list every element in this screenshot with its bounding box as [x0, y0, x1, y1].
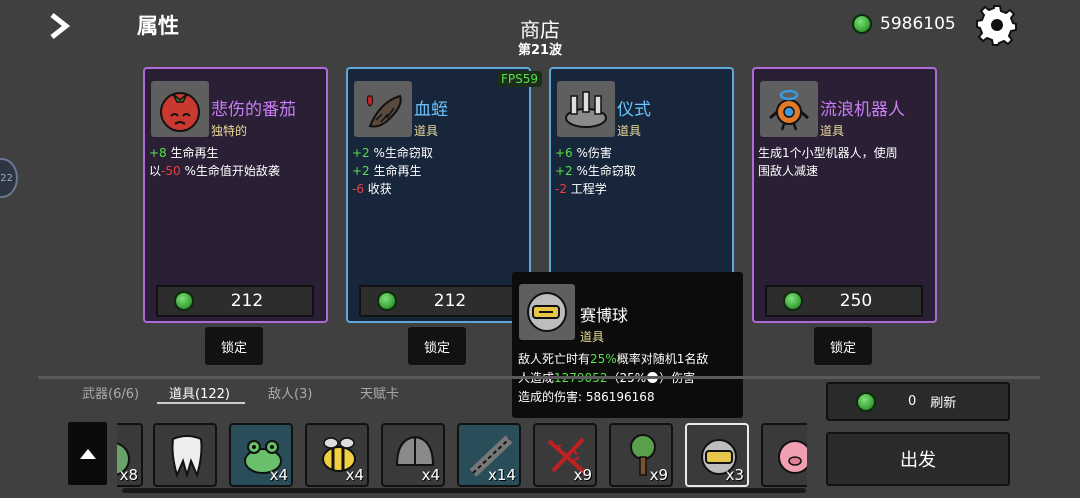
inventory-slot[interactable]	[153, 423, 217, 487]
stat-line: +8 生命再生	[149, 146, 219, 160]
stat-line: 以-50 %生命值开始敌袭	[149, 164, 280, 178]
card-tag: 道具	[617, 124, 642, 138]
inventory-slot[interactable]: x8	[117, 423, 143, 487]
attributes-tab[interactable]: 属性	[137, 10, 179, 40]
shop-card-4[interactable]: 流浪机器人 道具 生成1个小型机器人，使周 围敌人减速 250	[752, 67, 937, 323]
pig-icon	[778, 440, 807, 474]
active-tab-underline	[157, 402, 245, 404]
tomato-icon	[151, 81, 209, 137]
buy-button[interactable]: 212	[156, 285, 314, 317]
lock-button-1[interactable]: 锁定	[205, 327, 263, 365]
tab-items[interactable]: 道具(122)	[169, 383, 230, 402]
collapse-up-button[interactable]	[68, 422, 107, 485]
inventory-slot[interactable]: x3	[685, 423, 749, 487]
triangle-up-icon	[79, 448, 96, 459]
refresh-button[interactable]: 0 刷新	[826, 382, 1010, 421]
tab-weapons[interactable]: 武器(6/6)	[82, 383, 139, 402]
price-value: 250	[839, 291, 873, 311]
stat-line: -6 收获	[352, 182, 392, 196]
leech-icon	[354, 81, 412, 137]
material-coin-icon	[852, 14, 872, 34]
tooth-icon	[171, 435, 203, 479]
buy-button[interactable]: 250	[765, 285, 923, 317]
fps-counter: FPS59	[497, 71, 543, 87]
card-tag: 道具	[414, 124, 439, 138]
card-stats: 生成1个小型机器人，使周 围敌人减速	[758, 144, 934, 180]
inventory-slot[interactable]	[761, 423, 807, 487]
settings-gear-icon[interactable]	[976, 4, 1018, 46]
card-name: 仪式	[617, 100, 651, 120]
material-coin-icon	[783, 291, 803, 311]
materials-value: 5986105	[880, 14, 956, 34]
inventory-slot[interactable]: x4	[229, 423, 293, 487]
stat-line: 生成1个小型机器人，使周	[758, 146, 898, 160]
buy-button[interactable]: 212	[359, 285, 517, 317]
inventory-row: x8 x4 x4 x4 x14 x9 x9 x3	[117, 423, 807, 487]
refresh-cost: 0	[908, 394, 917, 409]
inventory-scrollbar[interactable]	[122, 488, 806, 493]
next-arrow-icon[interactable]	[48, 12, 72, 40]
shop-card-2[interactable]: 血蛭 道具 +2 %生命窃取 +2 生命再生 -6 收获 212	[346, 67, 531, 323]
stat-line: +6 %伤害	[555, 146, 612, 160]
cyberball-icon	[519, 284, 575, 340]
stat-line: +2 %生命窃取	[555, 164, 636, 178]
card-tag: 独特的	[211, 124, 248, 138]
refresh-label: 刷新	[930, 396, 957, 411]
lock-button-2[interactable]: 锁定	[408, 327, 466, 365]
side-panel-handle[interactable]: 22	[0, 158, 18, 198]
stat-line: 围敌人减速	[758, 164, 819, 178]
stat-line: +2 %生命窃取	[352, 146, 433, 160]
card-stats: +8 生命再生 以-50 %生命值开始敌袭	[149, 144, 325, 180]
inventory-slot[interactable]: x9	[609, 423, 673, 487]
card-stats: +6 %伤害 +2 %生命窃取 -2 工程学	[555, 144, 731, 198]
card-name: 血蛭	[414, 100, 448, 120]
tab-bar-divider	[38, 376, 1040, 379]
wave-label: 第21波	[517, 43, 563, 58]
inventory-slot[interactable]: x4	[305, 423, 369, 487]
material-coin-icon	[377, 291, 397, 311]
tab-enemies[interactable]: 敌人(3)	[268, 383, 312, 402]
tooltip-tag: 道具	[580, 330, 605, 344]
price-value: 212	[230, 291, 264, 311]
inventory-slot[interactable]: x9	[533, 423, 597, 487]
tab-talent-cards[interactable]: 天赋卡	[360, 383, 399, 402]
go-button[interactable]: 出发	[826, 432, 1010, 486]
card-stats: +2 %生命窃取 +2 生命再生 -6 收获	[352, 144, 528, 198]
stat-line: -2 工程学	[555, 182, 607, 196]
card-name: 悲伤的番茄	[211, 100, 296, 120]
item-tooltip: 赛博球 道具 敌人死亡时有25%概率对随机1名敌 人造成1279052（25%）…	[512, 272, 743, 418]
materials-counter: 5986105	[852, 14, 956, 34]
material-coin-icon	[174, 291, 194, 311]
card-name: 流浪机器人	[820, 100, 905, 120]
material-coin-icon	[856, 391, 876, 412]
inventory-slot[interactable]: x4	[381, 423, 445, 487]
lock-button-4[interactable]: 锁定	[814, 327, 872, 365]
ritual-icon	[557, 81, 615, 137]
price-value: 212	[433, 291, 467, 311]
stat-line: +2 生命再生	[352, 164, 422, 178]
tooltip-name: 赛博球	[580, 306, 629, 325]
shop-card-1[interactable]: 悲伤的番茄 独特的 +8 生命再生 以-50 %生命值开始敌袭 212	[143, 67, 328, 323]
inventory-slot[interactable]: x14	[457, 423, 521, 487]
card-tag: 道具	[820, 124, 845, 138]
robot-icon	[760, 81, 818, 137]
